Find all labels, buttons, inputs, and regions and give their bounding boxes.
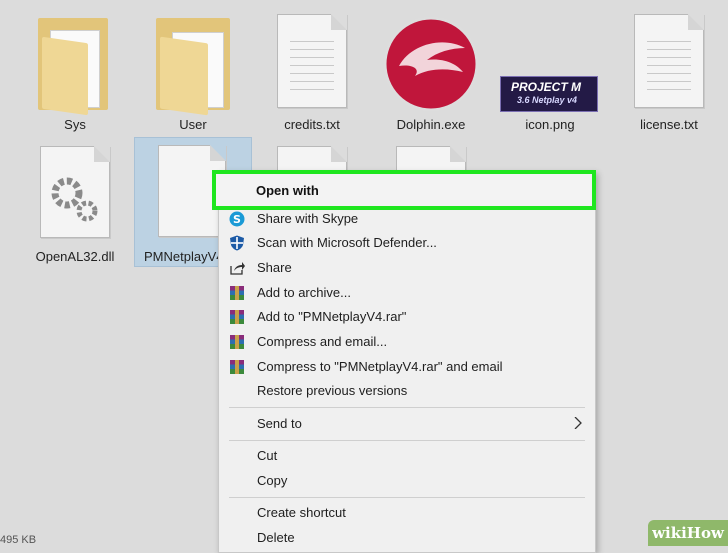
menu-item-share-skype[interactable]: S Share with Skype: [219, 207, 595, 231]
chevron-right-icon: [574, 417, 582, 429]
file-label: Sys: [64, 117, 86, 132]
file-license[interactable]: license.txt: [614, 10, 724, 135]
status-size: 495 KB: [0, 534, 37, 546]
menu-item-scan-defender[interactable]: Scan with Microsoft Defender...: [219, 231, 595, 255]
skype-icon: S: [229, 211, 245, 227]
menu-item-add-rar[interactable]: Add to "PMNetplayV4.rar": [219, 305, 595, 329]
menu-item-create-shortcut[interactable]: Create shortcut: [219, 501, 595, 525]
wikihow-watermark: wikiHow: [648, 520, 728, 546]
menu-item-open-with[interactable]: Open with: [212, 170, 596, 210]
menu-item-copy[interactable]: Copy: [219, 469, 595, 493]
svg-text:S: S: [233, 213, 241, 226]
menu-separator: [229, 407, 585, 408]
menu-item-delete[interactable]: Delete: [219, 526, 595, 550]
winrar-icon: [230, 286, 244, 300]
file-label: credits.txt: [284, 117, 340, 132]
context-menu: S Share with Skype Scan with Microsoft D…: [218, 171, 596, 553]
text-file-icon: [634, 14, 704, 108]
menu-item-add-archive[interactable]: Add to archive...: [219, 281, 595, 305]
menu-item-send-to[interactable]: Send to: [219, 412, 595, 436]
menu-item-compress-rar-email[interactable]: Compress to "PMNetplayV4.rar" and email: [219, 355, 595, 379]
menu-item-share[interactable]: Share: [219, 256, 595, 280]
menu-item-restore-versions[interactable]: Restore previous versions: [219, 379, 595, 403]
text-file-icon: [277, 14, 347, 108]
file-label: Dolphin.exe: [396, 117, 466, 132]
share-icon: [230, 262, 245, 275]
menu-item-compress-email[interactable]: Compress and email...: [219, 330, 595, 354]
file-icon-png[interactable]: PROJECT M 3.6 Netplay v4 icon.png: [495, 10, 605, 135]
file-credits[interactable]: credits.txt: [257, 10, 367, 135]
file-label: license.txt: [640, 117, 698, 132]
folder-user[interactable]: User: [138, 10, 248, 135]
dll-file-icon: [40, 146, 110, 238]
file-label: OpenAL32.dll: [35, 249, 115, 264]
menu-separator: [229, 497, 585, 498]
file-label: icon.png: [525, 117, 575, 132]
winrar-icon: [230, 310, 244, 324]
file-openal[interactable]: OpenAL32.dll: [20, 140, 130, 265]
defender-icon: [230, 235, 244, 251]
gear-icon: [51, 177, 98, 222]
file-dolphin[interactable]: Dolphin.exe: [376, 10, 486, 135]
folder-sys[interactable]: Sys: [20, 10, 130, 135]
dolphin-icon: [383, 16, 479, 112]
menu-separator: [229, 440, 585, 441]
project-m-image-icon: PROJECT M 3.6 Netplay v4: [500, 76, 598, 112]
image-badge-subtitle: 3.6 Netplay v4: [517, 95, 578, 105]
winrar-icon: [230, 335, 244, 349]
image-badge-title: PROJECT M: [511, 80, 582, 94]
winrar-icon: [230, 360, 244, 374]
file-label: User: [179, 117, 207, 132]
menu-item-cut[interactable]: Cut: [219, 444, 595, 468]
